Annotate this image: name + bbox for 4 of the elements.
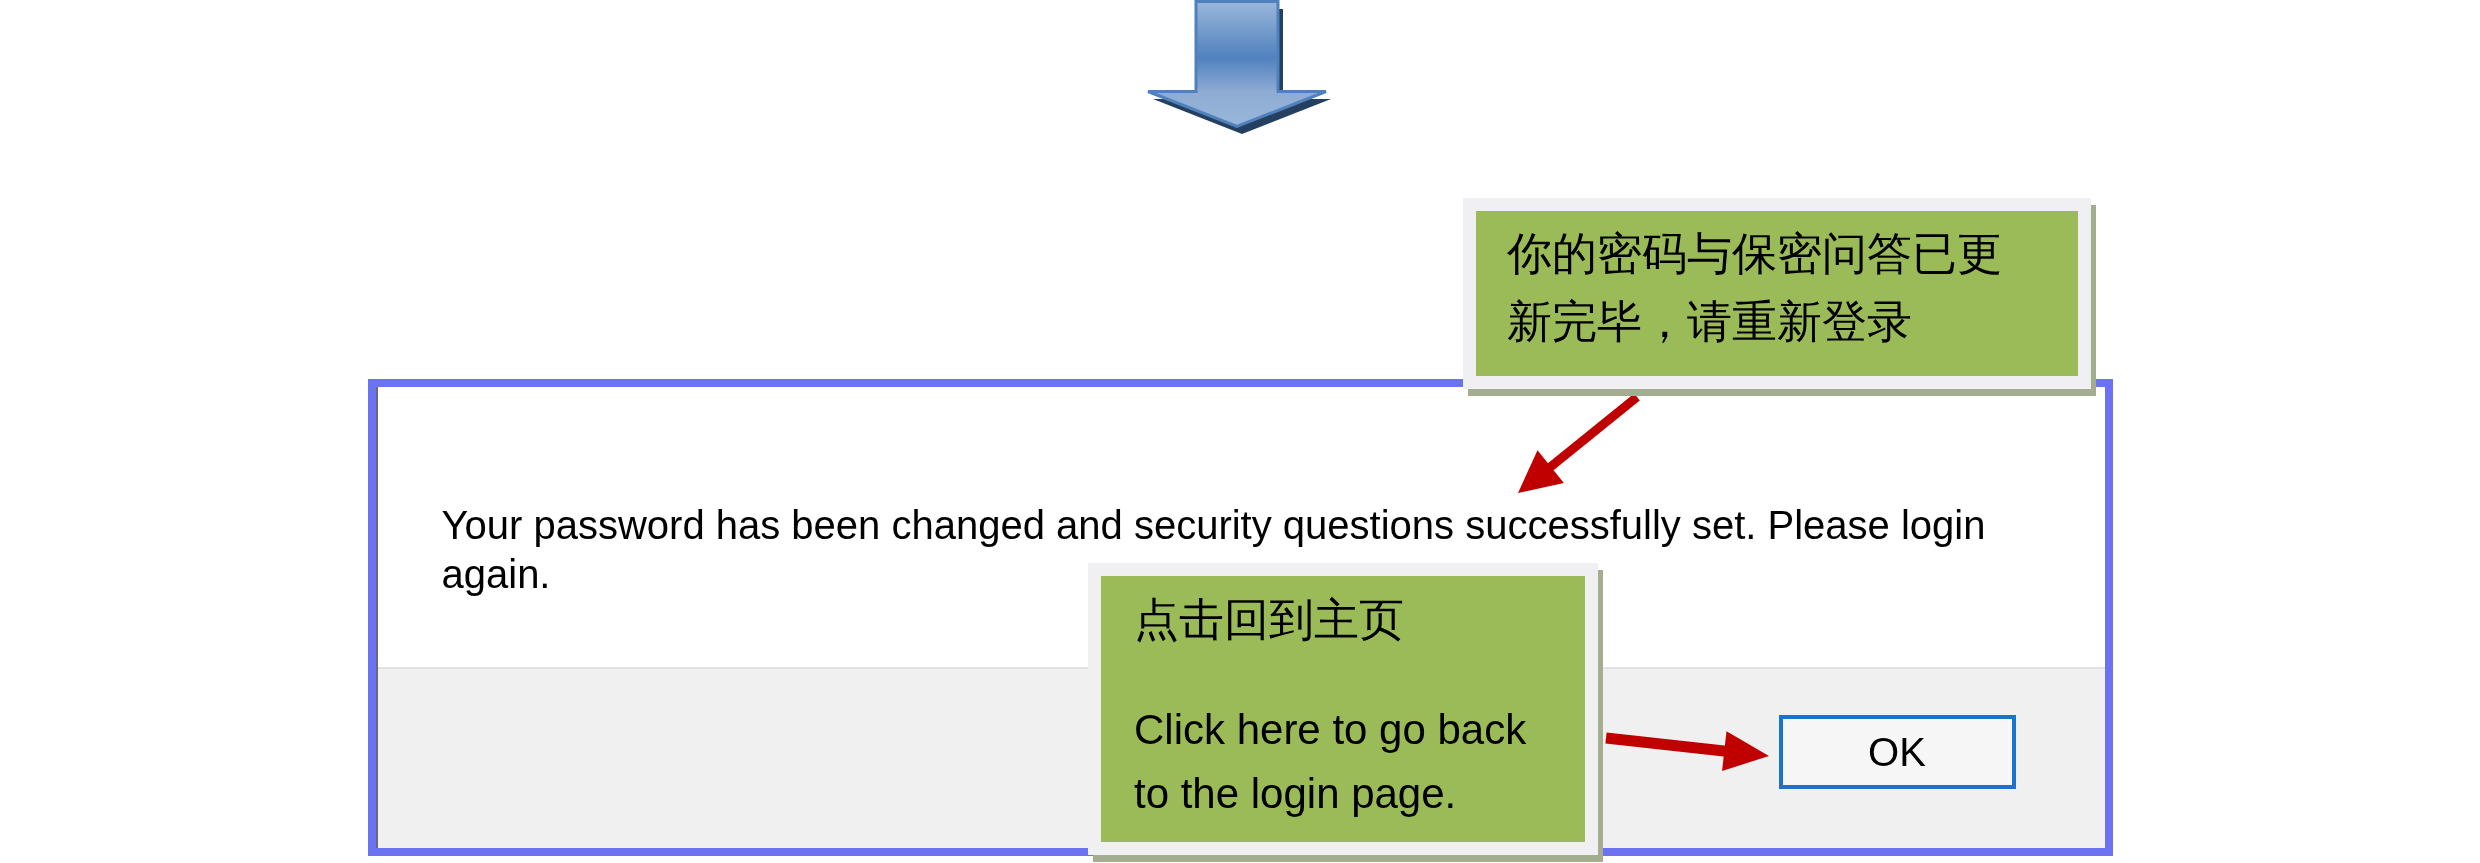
down-arrow-icon — [1147, 0, 1333, 136]
callout-text: 你的密码与保密问答已更新完毕，请重新登录 — [1507, 226, 2003, 350]
ok-button[interactable]: OK — [1778, 715, 2016, 789]
callout-text: Click here to go back to the login page. — [1134, 705, 1528, 819]
